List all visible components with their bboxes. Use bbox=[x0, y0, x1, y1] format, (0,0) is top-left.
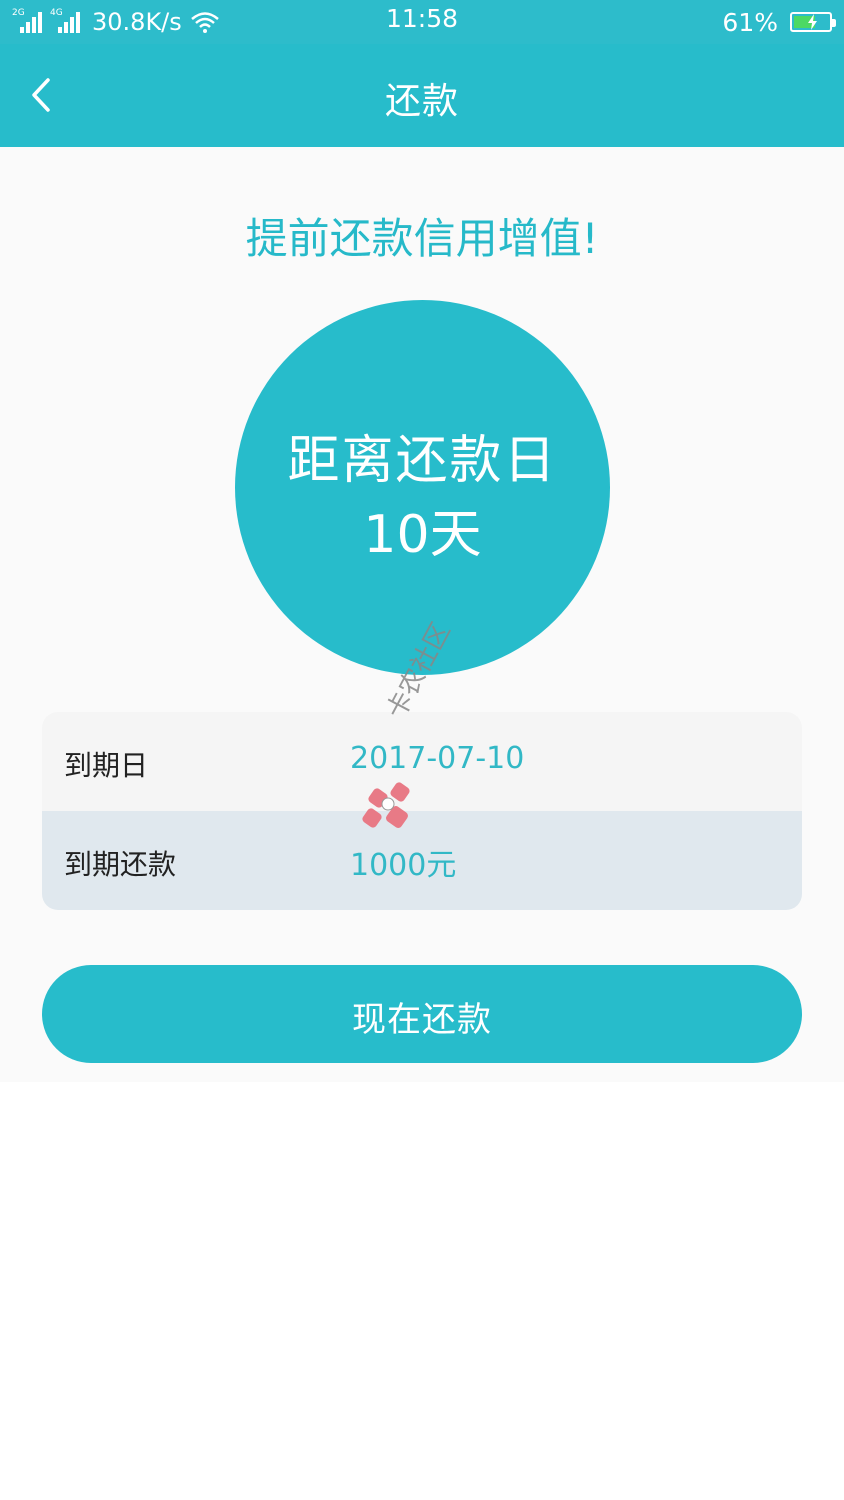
page-title: 还款 bbox=[384, 81, 459, 122]
battery-percent: 61% bbox=[722, 7, 778, 37]
pay-now-label: 现在还款 bbox=[352, 1000, 492, 1040]
status-right: 61% bbox=[722, 6, 836, 38]
status-bar: 2G 4G 30.8K/s 11:58 61% bbox=[0, 0, 844, 44]
screen: 2G 4G 30.8K/s 11:58 61% 还款 提前还款信用增值! 距离还… bbox=[0, 0, 844, 1500]
nav-bar: 还款 bbox=[0, 44, 844, 147]
status-clock: 11:58 bbox=[385, 4, 459, 33]
watermark-logo-icon bbox=[362, 782, 410, 828]
countdown-label: 距离还款日 bbox=[287, 431, 558, 491]
battery-icon bbox=[790, 12, 836, 32]
due-date-label: 到期日 bbox=[64, 749, 149, 782]
slogan-text: 提前还款信用增值! bbox=[245, 214, 599, 263]
due-amount-label: 到期还款 bbox=[64, 848, 177, 881]
pay-now-button[interactable]: 现在还款 bbox=[42, 965, 802, 1063]
countdown-days: 10天 bbox=[363, 505, 482, 565]
charging-bolt-icon bbox=[808, 14, 817, 30]
repayment-content: 提前还款信用增值! 距离还款日 10天 到期日 2017-07-10 到期还款 … bbox=[0, 147, 844, 1082]
